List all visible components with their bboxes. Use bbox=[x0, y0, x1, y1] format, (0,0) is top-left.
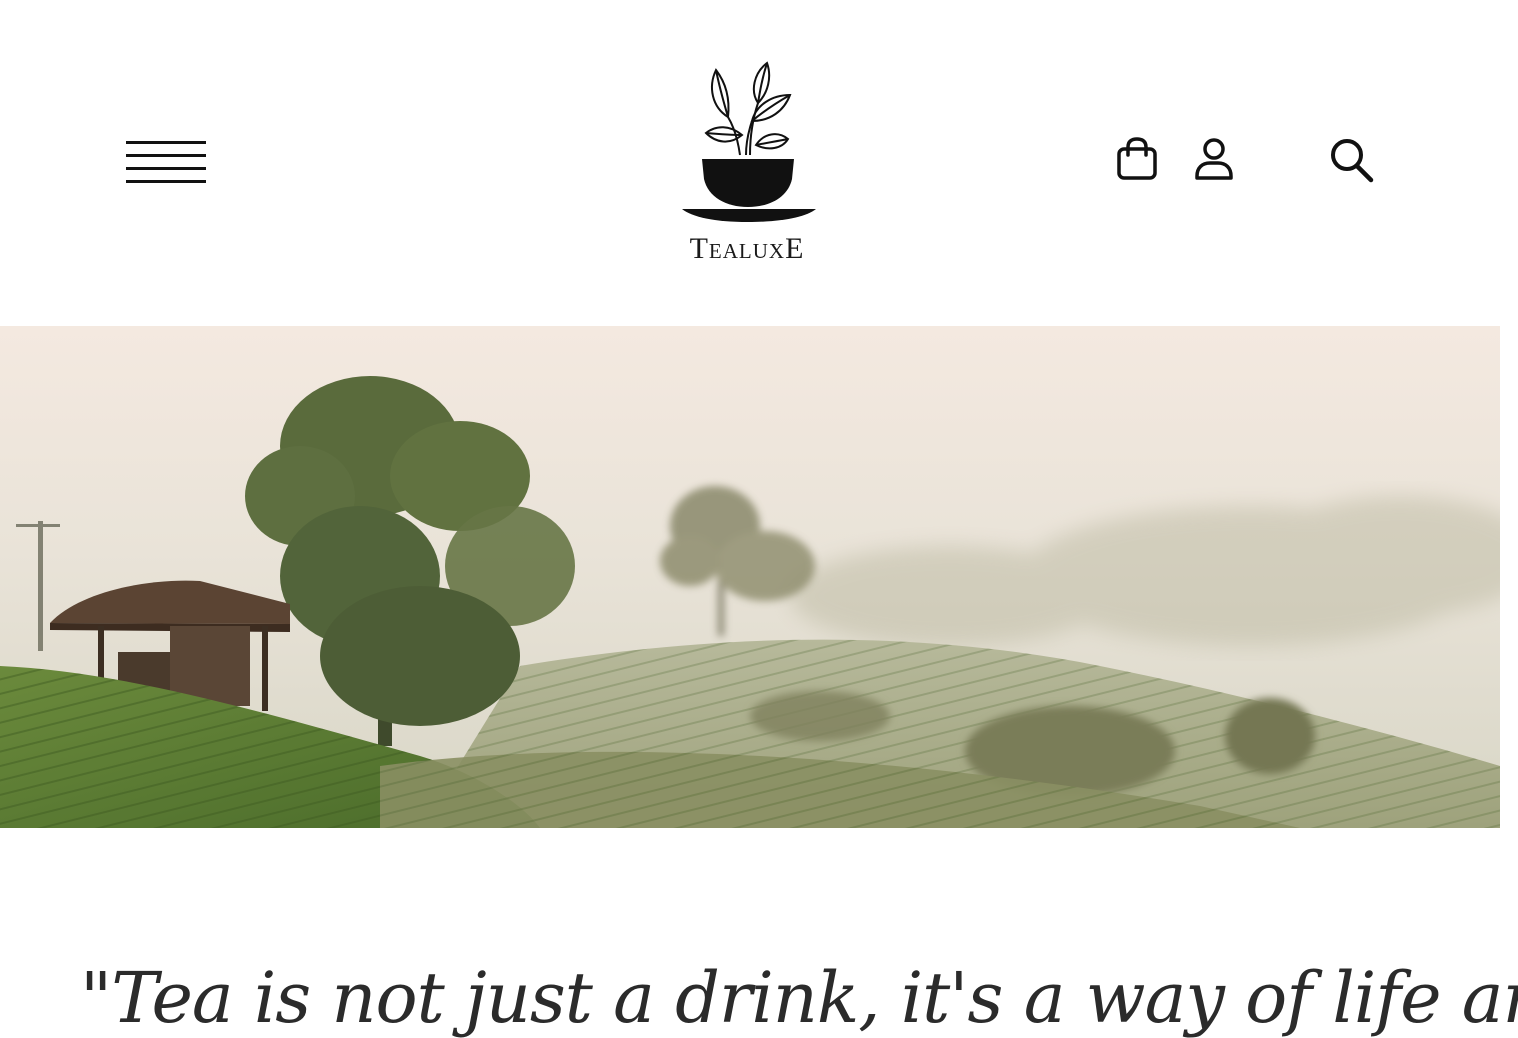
logo-wordmark: TealuxE bbox=[689, 232, 805, 265]
shopping-bag-icon[interactable] bbox=[1114, 136, 1160, 182]
hamburger-menu-icon[interactable] bbox=[126, 141, 206, 183]
hero-image bbox=[0, 326, 1500, 828]
tealuxe-logo[interactable]: TealuxE bbox=[672, 55, 822, 270]
search-icon[interactable] bbox=[1327, 135, 1377, 185]
site-header: TealuxE bbox=[0, 0, 1518, 326]
misty-tea-plantation-image bbox=[0, 326, 1500, 828]
user-account-icon[interactable] bbox=[1192, 136, 1236, 182]
hero-quote: "Tea is not just a drink, it's a way of … bbox=[80, 957, 1518, 1038]
tea-cup-leaves-icon bbox=[682, 61, 816, 222]
